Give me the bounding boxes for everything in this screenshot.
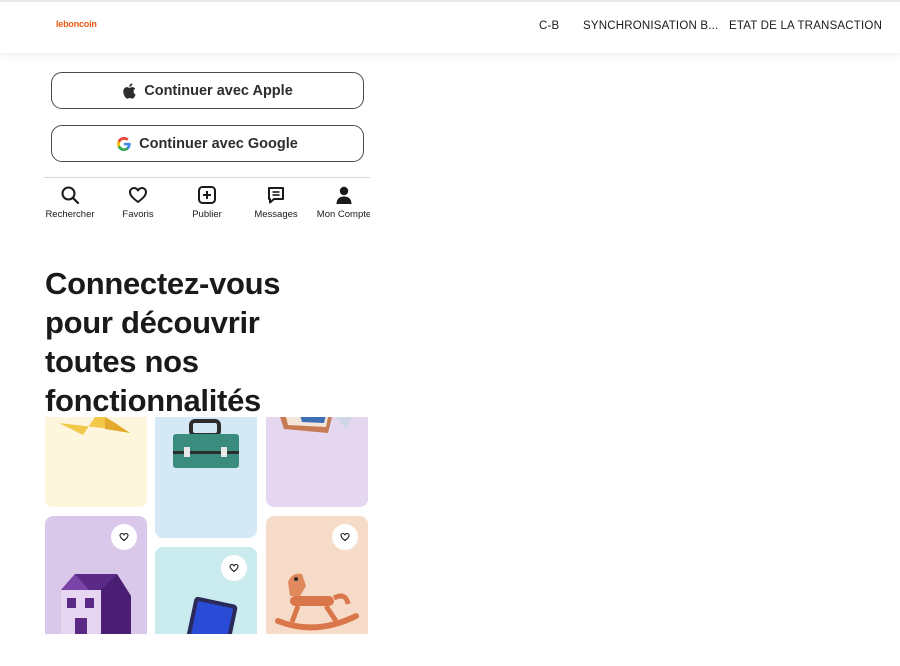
tab-label-publier: Publier — [192, 209, 222, 220]
page-headline: Connectez-vous pour découvrir toutes nos… — [45, 264, 345, 420]
continue-with-google-button[interactable]: Continuer avec Google — [51, 125, 364, 162]
tab-label-mon-compte: Mon Compte — [316, 209, 370, 220]
user-icon — [334, 185, 354, 205]
tab-messages[interactable]: Messages — [241, 185, 311, 220]
briefcase-illustration — [173, 419, 239, 468]
headline-line: Connectez-vous — [45, 266, 281, 301]
headline-line: pour découvrir — [45, 305, 260, 340]
nav-etat-transaction[interactable]: ETAT DE LA TRANSACTION — [729, 20, 882, 32]
google-button-label: Continuer avec Google — [139, 135, 298, 152]
leboncoin-logo[interactable]: leboncoin — [56, 19, 97, 29]
apple-button-label: Continuer avec Apple — [144, 82, 293, 99]
card-purple — [45, 516, 147, 634]
tab-rechercher[interactable]: Rechercher — [44, 185, 105, 220]
apple-icon — [122, 82, 136, 99]
message-icon — [266, 185, 286, 205]
card-peach — [266, 516, 368, 634]
favorite-heart-button[interactable] — [221, 555, 247, 581]
continue-with-apple-button[interactable]: Continuer avec Apple — [51, 72, 364, 109]
tab-mon-compte[interactable]: Mon Compte — [309, 185, 370, 220]
heart-icon — [229, 563, 239, 573]
heart-icon — [340, 532, 350, 542]
headline-line: fonctionnalités — [45, 383, 261, 418]
box-illustration — [59, 417, 130, 435]
card-cream — [45, 417, 147, 507]
favorite-heart-button[interactable] — [332, 524, 358, 550]
search-icon — [60, 185, 80, 205]
tab-label-favoris: Favoris — [122, 209, 154, 220]
top-bar: leboncoin C-B SYNCHRONISATION B... ETAT … — [0, 0, 900, 53]
card-aqua — [155, 547, 257, 634]
bottom-tab-bar: Rechercher Favoris Publier Messages Mon … — [44, 177, 370, 226]
headline-line: toutes nos — [45, 344, 199, 379]
plus-square-icon — [197, 185, 217, 205]
nav-synchronisation[interactable]: SYNCHRONISATION B... — [583, 20, 718, 32]
nav-cb[interactable]: C-B — [539, 20, 559, 32]
tab-label-rechercher: Rechercher — [45, 209, 95, 220]
tab-favoris[interactable]: Favoris — [103, 185, 173, 220]
illustration-gallery — [45, 417, 368, 634]
books-illustration — [280, 417, 352, 433]
card-lavender — [266, 417, 368, 507]
tab-publier[interactable]: Publier — [172, 185, 242, 220]
favorite-heart-button[interactable] — [111, 524, 137, 550]
heart-icon — [119, 532, 129, 542]
card-blue — [155, 417, 257, 538]
heart-icon — [128, 185, 148, 205]
google-icon — [117, 136, 131, 151]
tab-label-messages: Messages — [254, 209, 298, 220]
